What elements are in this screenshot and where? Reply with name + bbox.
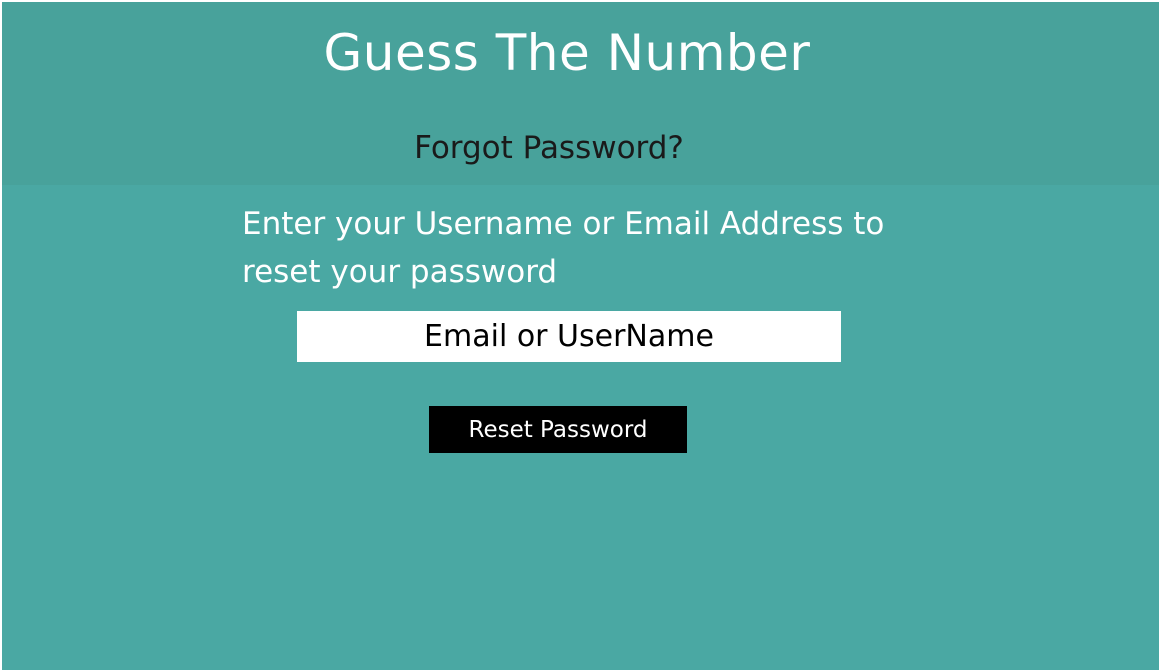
instruction-text: Enter your Username or Email Address to … [242,206,885,290]
page-heading: Forgot Password? [414,130,684,166]
app-window: Guess The Number Forgot Password? Enter … [2,2,1159,670]
reset-password-button[interactable]: Reset Password [429,406,687,453]
email-or-username-input[interactable] [297,311,841,362]
app-title: Guess The Number [323,24,811,82]
